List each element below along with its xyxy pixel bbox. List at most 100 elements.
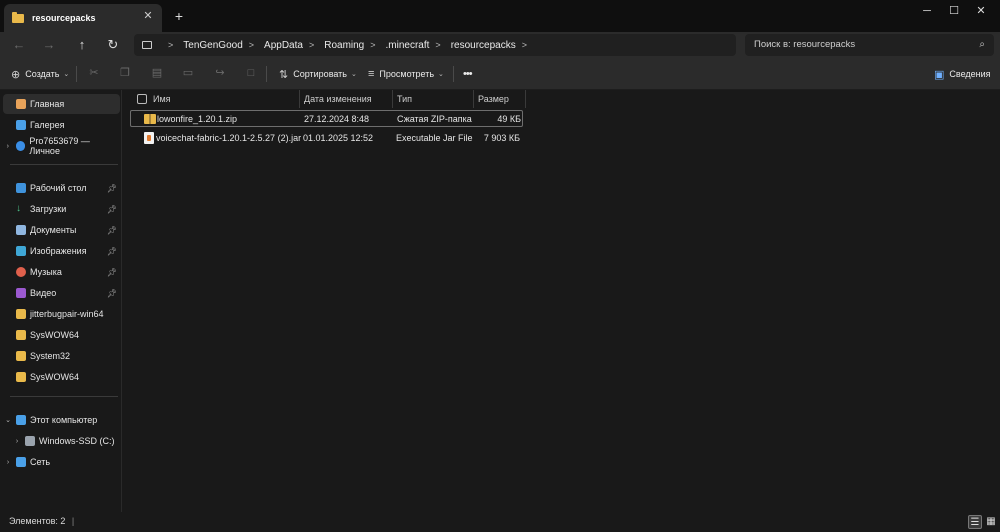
chevron-right-icon[interactable]: >: [249, 40, 254, 50]
file-row[interactable]: voicechat-fabric-1.20.1-2.5.27 (2).jar 0…: [130, 130, 523, 147]
sidebar-item-onedrive[interactable]: › Pro7653679 — Личное: [3, 136, 120, 156]
sidebar-item-label: Windows-SSD (C:): [39, 436, 115, 446]
column-header-date[interactable]: Дата изменения: [304, 90, 372, 108]
chevron-right-icon[interactable]: ›: [3, 459, 13, 466]
command-bar: ⊕ Создать ⌄ ✂ ❐ ▤ ▭ ↪ □ ⇅ Сортировать ⌄ …: [0, 58, 1000, 90]
column-divider[interactable]: [299, 90, 300, 108]
forward-button[interactable]: →: [39, 35, 59, 55]
view-icon: ≡: [368, 68, 375, 80]
tab-close-icon[interactable]: ✕: [142, 10, 154, 22]
details-pane-button[interactable]: ▣ Сведения: [934, 65, 991, 83]
view-label: Просмотреть: [379, 69, 435, 79]
column-divider[interactable]: [392, 90, 393, 108]
breadcrumb-resourcepacks[interactable]: resourcepacks: [451, 40, 516, 51]
sidebar-item-pictures[interactable]: Изображения 📌︎: [3, 241, 120, 261]
up-button[interactable]: ↑: [72, 35, 92, 55]
chevron-right-icon[interactable]: >: [522, 40, 527, 50]
sidebar-item-gallery[interactable]: Галерея: [3, 115, 120, 135]
more-options-button[interactable]: •••: [463, 65, 473, 83]
sidebar-item-label: Музыка: [30, 267, 62, 277]
tiles-view-icon[interactable]: ▦: [984, 515, 998, 529]
folder-icon: [16, 351, 26, 361]
sidebar-item-label: Этот компьютер: [30, 415, 98, 425]
status-bar: Элементов: 2 | ☰ ▦: [0, 512, 1000, 532]
folder-icon: [16, 372, 26, 382]
monitor-icon: [142, 41, 152, 49]
tab-title: resourcepacks: [32, 13, 96, 23]
column-divider[interactable]: [473, 90, 474, 108]
pin-icon: 📌︎: [106, 204, 117, 214]
minimize-button[interactable]: ─: [912, 2, 942, 20]
sidebar-item-this-pc[interactable]: ⌄ Этот компьютер: [3, 410, 120, 430]
sidebar-item-downloads[interactable]: ↓ Загрузки 📌︎: [3, 199, 120, 219]
column-divider[interactable]: [525, 90, 526, 108]
sidebar-item-syswow64[interactable]: SysWOW64: [3, 325, 120, 345]
file-type: Executable Jar File: [396, 133, 473, 143]
sidebar-item-videos[interactable]: Видео 📌︎: [3, 283, 120, 303]
folder-icon: [16, 309, 26, 319]
back-button[interactable]: ←: [9, 35, 29, 55]
sidebar-item-music[interactable]: Музыка 📌︎: [3, 262, 120, 282]
details-view-icon[interactable]: ☰: [968, 515, 982, 529]
title-bar: resourcepacks ✕ + ─ ☐ ✕: [0, 0, 1000, 32]
breadcrumb-appdata[interactable]: AppData: [264, 40, 303, 51]
home-icon: [16, 99, 26, 109]
search-input[interactable]: Поиск в: resourcepacks ⌕: [745, 34, 994, 56]
refresh-button[interactable]: ↻: [103, 35, 123, 55]
navigation-pane: Главная Галерея › Pro7653679 — Личное Ра…: [0, 90, 122, 512]
details-label: Сведения: [949, 69, 991, 79]
chevron-down-icon[interactable]: ⌄: [3, 416, 13, 424]
chevron-right-icon[interactable]: >: [370, 40, 375, 50]
sidebar-item-home[interactable]: Главная: [3, 94, 120, 114]
view-button[interactable]: ≡ Просмотреть ⌄: [368, 65, 444, 83]
sidebar-item-system32[interactable]: System32: [3, 346, 120, 366]
pictures-icon: [16, 246, 26, 256]
column-header-size[interactable]: Размер: [478, 90, 509, 108]
onedrive-icon: [15, 141, 26, 151]
folder-icon: [12, 11, 24, 23]
share-icon[interactable]: ↪: [213, 66, 227, 80]
chevron-right-icon[interactable]: ›: [3, 143, 13, 150]
create-button[interactable]: ⊕ Создать ⌄: [11, 65, 69, 83]
sidebar-item-network[interactable]: › Сеть: [3, 452, 120, 472]
address-bar[interactable]: > TenGenGood > AppData > Roaming > .mine…: [134, 34, 736, 56]
sidebar-item-desktop[interactable]: Рабочий стол 📌︎: [3, 178, 120, 198]
column-header-type[interactable]: Тип: [397, 90, 412, 108]
file-type: Сжатая ZIP-папка: [397, 114, 472, 124]
file-size: 7 903 КБ: [483, 133, 520, 143]
chevron-right-icon[interactable]: ›: [12, 438, 22, 445]
new-tab-button[interactable]: +: [172, 9, 186, 23]
file-date: 01.01.2025 12:52: [303, 133, 374, 143]
close-window-button[interactable]: ✕: [966, 2, 996, 20]
maximize-button[interactable]: ☐: [939, 2, 969, 20]
sort-button[interactable]: ⇅ Сортировать ⌄: [279, 65, 357, 83]
cut-icon[interactable]: ✂: [87, 66, 101, 80]
delete-icon[interactable]: □: [244, 66, 258, 80]
sidebar-item-jitterbugpair[interactable]: jitterbugpair-win64: [3, 304, 120, 324]
copy-icon[interactable]: ❐: [118, 66, 132, 80]
toolbar-divider: [266, 66, 267, 82]
rename-icon[interactable]: ▭: [181, 66, 195, 80]
sidebar-item-windows-ssd[interactable]: › Windows-SSD (C:): [12, 431, 120, 451]
file-size: 49 КБ: [497, 114, 521, 124]
chevron-right-icon[interactable]: >: [168, 40, 173, 50]
sidebar-divider: [10, 164, 118, 165]
breadcrumb-minecraft[interactable]: .minecraft: [386, 40, 430, 51]
gallery-icon: [16, 120, 26, 130]
breadcrumb-roaming[interactable]: Roaming: [324, 40, 364, 51]
chevron-right-icon[interactable]: >: [435, 40, 440, 50]
file-row[interactable]: lowonfire_1.20.1.zip 27.12.2024 8:48 Сжа…: [130, 110, 523, 127]
sidebar-item-syswow64-2[interactable]: SysWOW64: [3, 367, 120, 387]
column-header-name[interactable]: Имя: [153, 90, 171, 108]
documents-icon: [16, 225, 26, 235]
select-all-checkbox[interactable]: [137, 94, 147, 104]
network-icon: [16, 457, 26, 467]
pin-icon: 📌︎: [106, 288, 117, 298]
paste-icon[interactable]: ▤: [150, 66, 164, 80]
breadcrumb-tengengood[interactable]: TenGenGood: [183, 40, 243, 51]
chevron-right-icon[interactable]: >: [309, 40, 314, 50]
chevron-down-icon: ⌄: [438, 71, 444, 78]
search-icon: ⌕: [979, 39, 985, 50]
sidebar-item-documents[interactable]: Документы 📌︎: [3, 220, 120, 240]
tab-resourcepacks[interactable]: resourcepacks ✕: [4, 4, 162, 32]
